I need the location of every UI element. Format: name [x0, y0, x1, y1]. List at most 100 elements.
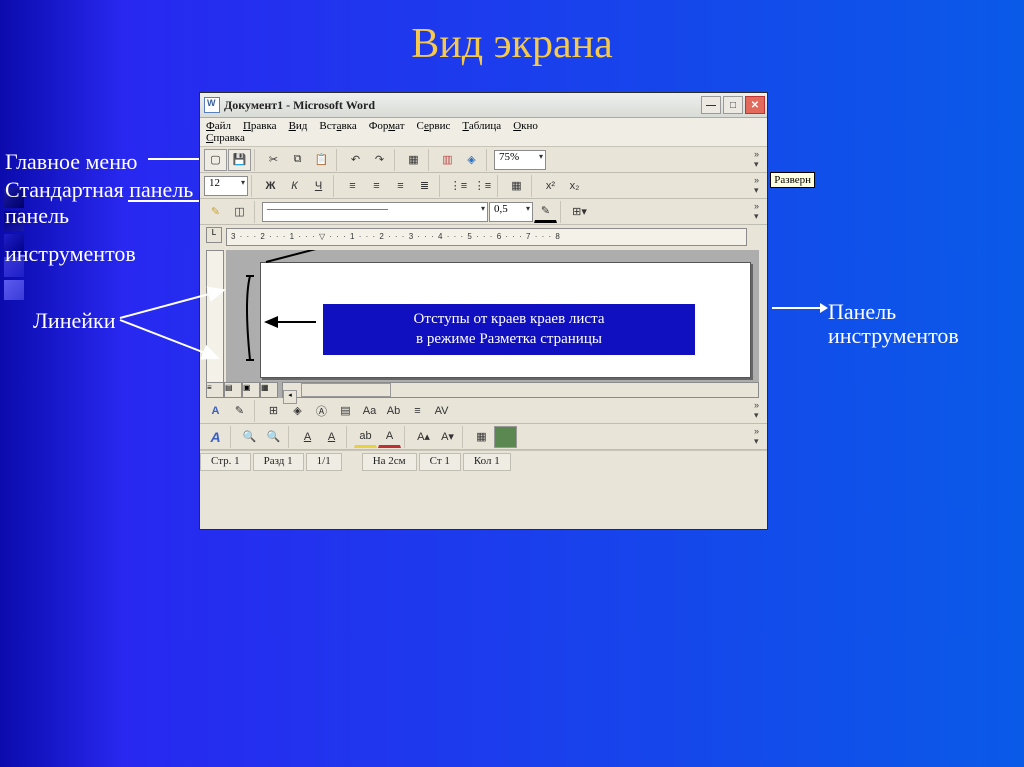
menu-help[interactable]: Справка [206, 132, 245, 144]
wordart-vertical-button[interactable]: Ab [382, 400, 405, 422]
wordart-gallery-button[interactable]: ⊞ [262, 400, 285, 422]
line-style-dropdown[interactable]: ——————————— [262, 202, 488, 222]
callout-box: Отступы от краев краев листа в режиме Ра… [321, 302, 697, 357]
menu-bar: Файл Правка Вид Вставка Формат Сервис Таблица О… [200, 118, 767, 147]
outline-view-button[interactable]: ▦ [260, 382, 278, 398]
label-instruments: инструментов [5, 240, 136, 268]
save-button[interactable]: 💾 [228, 149, 251, 171]
drawing-button[interactable]: ◈ [460, 149, 483, 171]
numbered-list-button[interactable]: ⋮≡ [447, 175, 470, 197]
normal-view-button[interactable]: ≡ [206, 382, 224, 398]
cut-button[interactable]: ✂ [262, 149, 285, 171]
redo-button[interactable]: ↷ [368, 149, 391, 171]
label-std-toolbar-2: панель [5, 202, 69, 230]
vertical-ruler[interactable] [206, 250, 224, 398]
font-color-button[interactable]: A [204, 426, 227, 448]
subscript-button[interactable]: x₂ [563, 175, 586, 197]
wordart-align-button[interactable]: ≡ [406, 400, 429, 422]
scroll-thumb[interactable] [301, 383, 391, 397]
para-indent-b[interactable]: A [320, 426, 343, 448]
menu-edit[interactable]: Правка [243, 120, 277, 132]
menu-file[interactable]: Файл [206, 120, 231, 132]
menu-window[interactable]: Окно [513, 120, 538, 132]
arrow-std-toolbar [128, 200, 210, 202]
shrink-font-button[interactable]: A▾ [436, 426, 459, 448]
ruler-area: L 3 · · · 2 · · · 1 · · · ▽ · · · 1 · · … [200, 225, 767, 398]
wordart-edit-button[interactable]: ✎ [228, 400, 251, 422]
close-button[interactable]: ✕ [745, 96, 765, 114]
bold-button[interactable]: Ж [259, 175, 282, 197]
status-pages: 1/1 [306, 453, 342, 471]
undo-button[interactable]: ↶ [344, 149, 367, 171]
wordart-spacing-button[interactable]: AV [430, 400, 453, 422]
minimize-button[interactable]: — [701, 96, 721, 114]
zoom-dropdown[interactable]: 75% [494, 150, 546, 170]
menu-table[interactable]: Таблица [462, 120, 501, 132]
status-page: Стр. 1 [200, 453, 251, 471]
titlebar: Документ1 - Microsoft Word — □ ✕ [200, 93, 767, 118]
status-col: Кол 1 [463, 453, 511, 471]
line-toolbar: ✎ ◫ ——————————— 0,5 ✎ ⊞▾ »▾ [200, 199, 767, 225]
align-left-button[interactable]: ≡ [341, 175, 364, 197]
zoom-out-button[interactable]: 🔍 [262, 426, 285, 448]
highlight-button[interactable]: ab [354, 426, 377, 448]
align-center-button[interactable]: ≡ [365, 175, 388, 197]
grow-font-button[interactable]: A▴ [412, 426, 435, 448]
horizontal-ruler[interactable]: 3 · · · 2 · · · 1 · · · ▽ · · · 1 · · · … [226, 228, 747, 246]
toolbar-more-1[interactable]: »▾ [750, 149, 763, 170]
toolbar-more-3[interactable]: »▾ [750, 201, 763, 222]
superscript-button[interactable]: x² [539, 175, 562, 197]
copy-button[interactable]: ⧉ [286, 149, 309, 171]
border-style-button[interactable]: ⊞▾ [568, 201, 591, 223]
word-window: Документ1 - Microsoft Word — □ ✕ Файл Пра… [199, 92, 768, 530]
shading-button[interactable]: ▦ [470, 426, 493, 448]
tooltip-expand: Разверн [770, 172, 815, 188]
scroll-left-button[interactable]: ◂ [283, 390, 297, 404]
table-button[interactable]: ▦ [402, 149, 425, 171]
zoom-in-button[interactable]: 🔍 [238, 426, 261, 448]
bulleted-list-button[interactable]: ⋮≡ [471, 175, 494, 197]
italic-button[interactable]: К [283, 175, 306, 197]
maximize-button[interactable]: □ [723, 96, 743, 114]
wrap-text-button[interactable]: ▤ [334, 400, 357, 422]
font-size-dropdown[interactable]: 12 [204, 176, 248, 196]
draw-table-button[interactable]: ✎ [204, 201, 227, 223]
callout-line2: в режиме Разметка страницы [416, 331, 602, 347]
menu-format[interactable]: Формат [369, 120, 405, 132]
menu-service[interactable]: Сервис [417, 120, 451, 132]
wordart-insert-button[interactable]: A [204, 400, 227, 422]
menu-insert[interactable]: Вставка [319, 120, 356, 132]
align-right-button[interactable]: ≡ [389, 175, 412, 197]
drawing-toolbar: A 🔍 🔍 A A ab A A▴ A▾ ▦ »▾ [200, 424, 767, 450]
horizontal-scrollbar[interactable]: ◂ [282, 382, 759, 398]
window-title: Документ1 - Microsoft Word [224, 98, 701, 113]
columns-button[interactable]: ▥ [436, 149, 459, 171]
borders-button[interactable]: ▦ [505, 175, 528, 197]
callout-line1: Отступы от краев краев листа [414, 311, 605, 327]
new-doc-button[interactable]: ▢ [204, 149, 227, 171]
toolbar-more-2[interactable]: »▾ [750, 175, 763, 196]
web-view-button[interactable]: ▤ [224, 382, 242, 398]
tab-selector[interactable]: L [206, 227, 222, 243]
fill-button[interactable] [494, 426, 517, 448]
arrow-right-head [820, 303, 828, 313]
font-color-2-button[interactable]: A [378, 426, 401, 448]
wordart-height-button[interactable]: Aa [358, 400, 381, 422]
eraser-button[interactable]: ◫ [228, 201, 251, 223]
menu-view[interactable]: Вид [289, 120, 308, 132]
standard-toolbar: ▢ 💾 ✂ ⧉ 📋 ↶ ↷ ▦ ▥ ◈ 75% »▾ [200, 147, 767, 173]
view-buttons: ≡ ▤ ▣ ▦ [206, 382, 278, 398]
pen-color-button[interactable]: ✎ [534, 201, 557, 223]
line-weight-dropdown[interactable]: 0,5 [489, 202, 533, 222]
arrow-right-toolbar [772, 307, 820, 309]
wordart-shape-button[interactable]: Ⓐ [310, 400, 333, 422]
toolbar-more-5[interactable]: »▾ [750, 426, 763, 447]
document-area: Отступы от краев краев листа в режиме Ра… [226, 250, 759, 398]
toolbar-more-4[interactable]: »▾ [750, 400, 763, 421]
underline-button[interactable]: Ч [307, 175, 330, 197]
print-view-button[interactable]: ▣ [242, 382, 260, 398]
paste-button[interactable]: 📋 [310, 149, 333, 171]
para-indent-a[interactable]: A [296, 426, 319, 448]
align-justify-button[interactable]: ≣ [413, 175, 436, 197]
label-toolbar-right-2: инструментов [828, 322, 959, 350]
